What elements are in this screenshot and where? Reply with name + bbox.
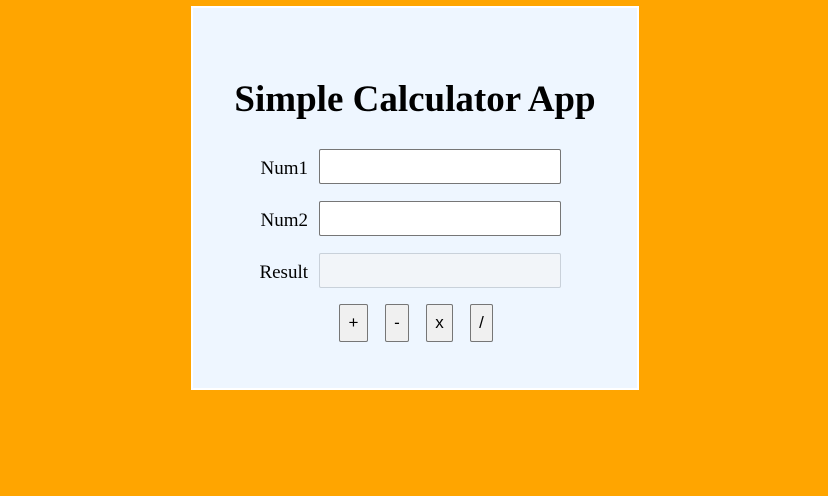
result-row: Result — [193, 253, 637, 293]
result-field — [319, 253, 561, 288]
num1-label: Num1 — [260, 158, 309, 179]
result-label: Result — [259, 262, 308, 283]
divide-button[interactable]: / — [470, 304, 493, 342]
multiply-button[interactable]: x — [426, 304, 453, 342]
num2-input[interactable] — [319, 201, 561, 236]
add-button[interactable]: + — [339, 304, 368, 342]
subtract-button[interactable]: - — [385, 304, 409, 342]
num1-input[interactable] — [319, 149, 561, 184]
num2-row: Num2 — [193, 201, 637, 241]
calculator-card: Simple Calculator App Num1 Num2 Result +… — [191, 6, 639, 390]
num2-label: Num2 — [260, 210, 309, 231]
operation-buttons: + - x / — [193, 304, 637, 344]
num1-row: Num1 — [193, 149, 637, 189]
page-title: Simple Calculator App — [234, 79, 596, 120]
